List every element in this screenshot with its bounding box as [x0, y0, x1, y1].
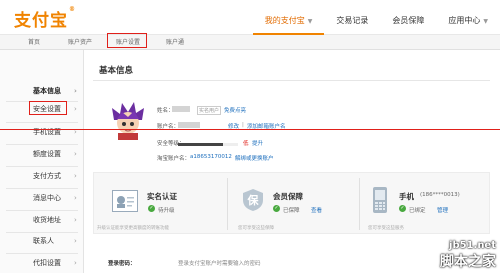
taobao-label: 淘宝账户名：	[157, 156, 191, 162]
light-up-link[interactable]: 免费点亮	[224, 106, 246, 114]
card-status: 待升级	[158, 208, 175, 214]
card-title-phone: 手机	[399, 192, 414, 201]
nav-member-protection[interactable]: 会员保障	[380, 0, 436, 35]
top-bar: 支付宝® 我的支付宝 ▼ 交易记录 会员保障 应用中心 ▼	[0, 0, 500, 35]
divider	[227, 178, 228, 230]
card-title-real-name: 实名认证	[147, 192, 177, 201]
page-title: 基本信息	[99, 66, 134, 76]
shield-icon: 保	[242, 188, 264, 212]
verified-badge: 实名用户	[197, 106, 222, 115]
chevron-right-icon: ›	[74, 172, 77, 180]
chevron-right-icon: ›	[74, 128, 77, 136]
sidebar-item-basic-info[interactable]: 基本信息 ›	[0, 83, 84, 99]
divider	[6, 122, 78, 123]
nav-label: 应用中心	[448, 16, 481, 25]
taobao-account: a18653170012	[190, 154, 232, 160]
chevron-right-icon: ›	[74, 259, 77, 267]
subnav-assets[interactable]: 账户资产	[68, 37, 92, 48]
nav-label: 会员保障	[392, 16, 425, 25]
divider	[6, 166, 78, 167]
nav-transactions[interactable]: 交易记录	[324, 0, 380, 35]
sidebar-item-label: 联系人	[33, 237, 54, 245]
sidebar-item-messages[interactable]: 消息中心 ›	[0, 190, 84, 206]
chevron-right-icon: ›	[74, 216, 77, 224]
redacted-account	[178, 122, 200, 128]
chevron-right-icon: ›	[74, 87, 77, 95]
subnav-home[interactable]: 首页	[28, 37, 40, 48]
check-icon: ✓	[148, 205, 155, 212]
security-bar-fill	[178, 143, 223, 146]
card-desc: 升级认证能享受更高额度的转账功能	[97, 226, 169, 231]
chevron-right-icon: ›	[74, 150, 77, 158]
annotation-box-security	[29, 101, 67, 115]
check-icon: ✓	[273, 205, 280, 212]
card-title-protection: 会员保障	[273, 192, 303, 201]
sidebar-item-limits[interactable]: 额度设置 ›	[0, 146, 84, 162]
unbind-link[interactable]: 解绑或更换账户	[235, 154, 274, 162]
separator: |	[242, 122, 244, 128]
watermark-url: jb51.net	[449, 240, 496, 251]
divider	[93, 80, 490, 81]
registered-mark: ®	[69, 6, 76, 13]
chevron-down-icon: ▼	[307, 18, 313, 25]
divider	[6, 210, 78, 211]
chevron-right-icon: ›	[74, 237, 77, 245]
avatar[interactable]	[108, 100, 148, 140]
divider	[6, 253, 78, 254]
main-nav: 我的支付宝 ▼ 交易记录 会员保障 应用中心 ▼	[252, 0, 500, 35]
improve-link[interactable]: 提升	[252, 139, 263, 147]
nav-my-alipay[interactable]: 我的支付宝 ▼	[252, 0, 325, 35]
sidebar-item-label: 额度设置	[33, 150, 61, 158]
logo-text: 支付宝	[14, 11, 68, 31]
redacted-name	[172, 106, 190, 112]
card-status: 已保障	[283, 208, 300, 214]
card-desc: 您可享受这些保障	[238, 226, 274, 231]
sidebar: 基本信息 › 安全设置 › 手机设置 › 额度设置 › 支付方式 › 消息中心 › 收货地址…	[0, 50, 84, 273]
manage-link[interactable]: 管理	[437, 206, 448, 214]
sidebar-item-label: 基本信息	[33, 87, 61, 95]
divider	[6, 188, 78, 189]
sidebar-item-label: 消息中心	[33, 194, 61, 202]
chevron-right-icon: ›	[74, 105, 77, 113]
svg-text:保: 保	[247, 193, 260, 207]
sidebar-item-label: 代扣设置	[33, 259, 61, 267]
watermark: jb51.net 脚本之家	[440, 240, 496, 271]
chevron-right-icon: ›	[74, 194, 77, 202]
sidebar-item-contacts[interactable]: 联系人 ›	[0, 233, 84, 249]
check-icon: ✓	[399, 205, 406, 212]
annotation-box-account-settings	[107, 33, 147, 48]
sidebar-item-auto-debit[interactable]: 代扣设置 ›	[0, 255, 84, 271]
divider	[6, 144, 78, 145]
sidebar-item-label: 收货地址	[33, 216, 61, 224]
sidebar-item-phone[interactable]: 手机设置 ›	[0, 124, 84, 140]
alipay-logo[interactable]: 支付宝®	[14, 6, 76, 31]
security-level: 低	[243, 141, 249, 147]
annotation-line	[0, 129, 500, 130]
subnav-account-link[interactable]: 账户通	[166, 37, 184, 48]
card-desc: 您可享受这些服务	[368, 226, 404, 231]
sidebar-item-label: 支付方式	[33, 172, 61, 180]
nav-label: 我的支付宝	[264, 16, 305, 25]
view-link[interactable]: 查看	[311, 206, 322, 214]
login-password-label: 登录密码：	[108, 261, 136, 267]
card-status: 已绑定	[409, 208, 426, 214]
nav-app-center[interactable]: 应用中心 ▼	[436, 0, 500, 35]
phone-number: (186****0013)	[420, 192, 460, 198]
chevron-down-icon: ▼	[483, 18, 488, 25]
id-card-icon	[112, 190, 138, 212]
divider	[359, 178, 360, 230]
watermark-name: 脚本之家	[440, 254, 496, 270]
nav-label: 交易记录	[336, 16, 369, 25]
sidebar-item-payment-methods[interactable]: 支付方式 ›	[0, 168, 84, 184]
sub-nav: 首页 账户资产 账户设置 账户通	[0, 35, 500, 50]
mobile-phone-icon	[372, 186, 388, 214]
sidebar-item-addresses[interactable]: 收货地址 ›	[0, 212, 84, 228]
login-password-desc: 登录支付宝账户时需要输入的密码	[178, 261, 261, 267]
